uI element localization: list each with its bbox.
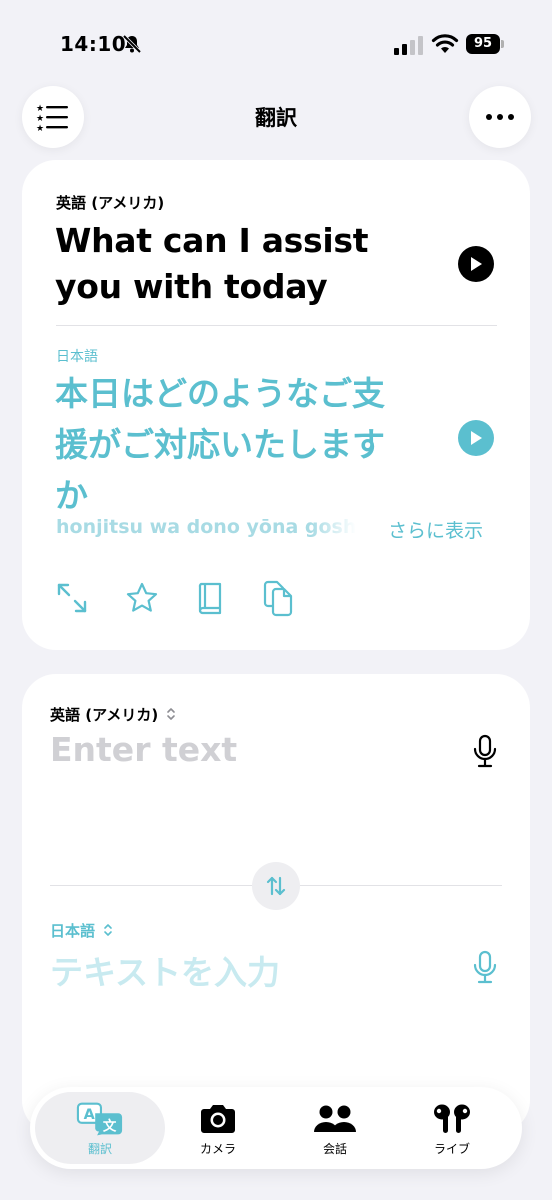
translate-icon: A 文 [76,1102,123,1136]
play-icon [471,257,482,271]
tab-label: ライブ [433,1142,470,1156]
status-bar: 14:10 95 [0,0,552,90]
dictionary-button[interactable] [192,578,228,618]
expand-arrows-icon [57,583,87,613]
tab-translate[interactable]: A 文 翻訳 [35,1092,165,1164]
wifi-icon [431,34,459,53]
tab-conversation[interactable]: 会話 [270,1092,400,1164]
swap-languages-button[interactable] [252,862,300,910]
svg-text:A: A [84,1107,96,1123]
chevron-up-down-icon [167,708,176,720]
favorite-button[interactable] [124,578,160,618]
battery-indicator: 95 [466,34,504,54]
target-text-line: か [55,476,88,515]
input-card: 英語 (アメリカ) Enter text 日本語 テキストを入力 [22,674,530,1134]
star-icon [126,582,158,612]
target-language-label: 日本語 [56,349,98,365]
more-options-button[interactable] [469,86,531,148]
battery-cap [501,40,504,48]
svg-text:文: 文 [103,1118,117,1135]
source-language-label: 英語 (アメリカ) [56,194,165,212]
tab-label: 翻訳 [87,1142,112,1156]
target-microphone-icon[interactable] [472,950,498,984]
tab-label: 会話 [322,1142,347,1156]
target-text[interactable]: 本日はどのようなご支 援がご対応いたします か [55,368,435,521]
bell-slash-icon [122,34,142,54]
target-text-line: 本日はどのようなご支 [55,374,385,413]
source-text[interactable]: What can I assist you with today [55,218,415,310]
input-target-language-selector[interactable]: 日本語 [50,920,113,941]
copy-button[interactable] [260,578,296,618]
source-microphone-icon[interactable] [472,734,498,768]
tab-bar: A 文 翻訳 カメラ 会話 ライブ [30,1087,522,1169]
target-text-line: 援がご対応いたします [55,425,385,464]
conversation-icon [314,1105,356,1132]
airpods-icon [434,1104,470,1133]
cellular-signal-icon [394,36,423,55]
play-source-button[interactable] [458,246,494,282]
romanization-text: honjitsu wa dono yōna goshien ga go taiō… [56,516,356,538]
input-source-language-selector[interactable]: 英語 (アメリカ) [50,704,176,725]
target-text-input[interactable]: テキストを入力 [50,946,280,994]
ellipsis-icon [486,114,514,120]
input-source-language-label: 英語 (アメリカ) [50,706,159,724]
swap-arrows-icon [266,876,286,896]
tab-label: カメラ [199,1142,236,1156]
divider [56,325,497,326]
show-more-link[interactable]: さらに表示 [388,516,483,543]
chevron-up-down-icon [104,924,113,936]
status-time: 14:10 [60,32,127,56]
tab-camera[interactable]: カメラ [153,1092,283,1164]
battery-level: 95 [466,34,500,54]
translation-result-card: 英語 (アメリカ) What can I assist you with tod… [22,160,530,650]
play-target-button[interactable] [458,420,494,456]
input-target-language-label: 日本語 [50,922,96,940]
tab-live[interactable]: ライブ [387,1092,517,1164]
copy-documents-icon [263,580,293,617]
play-icon [471,431,482,445]
source-text-input[interactable]: Enter text [50,730,237,769]
fullscreen-button[interactable] [54,578,90,618]
book-icon [198,582,222,615]
camera-icon [201,1105,235,1133]
source-text-line: What can I assist [55,221,369,260]
source-text-line: you with today [55,267,328,306]
